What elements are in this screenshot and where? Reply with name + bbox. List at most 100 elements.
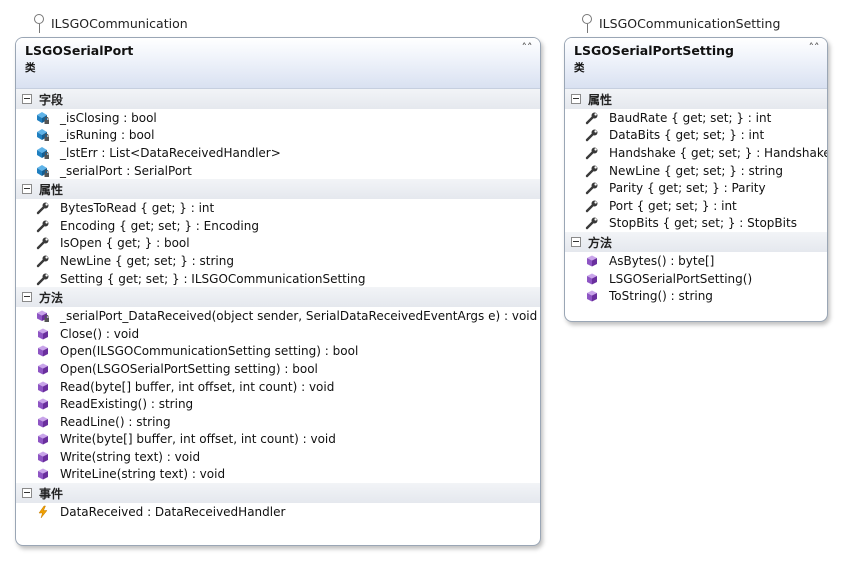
method-cube-icon (36, 327, 50, 341)
member-row[interactable]: _serialPort_DataReceived(object sender, … (16, 307, 540, 325)
member-row[interactable]: Close() : void (16, 325, 540, 343)
member-row[interactable]: ToString() : string (565, 287, 827, 305)
member-row[interactable]: BytesToRead { get; } : int (16, 199, 540, 217)
member-signature: AsBytes() : byte[] (609, 253, 715, 268)
member-signature: BytesToRead { get; } : int (60, 201, 215, 216)
collapse-chevron-icon[interactable]: ˄˄ (807, 41, 821, 55)
member-signature: Parity { get; set; } : Parity (609, 181, 766, 196)
member-row[interactable]: ReadLine() : string (16, 413, 540, 431)
member-signature: _isRuning : bool (60, 128, 155, 143)
member-row[interactable]: _isClosing : bool (16, 109, 540, 127)
collapse-toggle-icon[interactable] (22, 292, 32, 303)
member-row[interactable]: Open(LSGOSerialPortSetting setting) : bo… (16, 360, 540, 378)
member-signature: _lstErr : List<DataReceivedHandler> (60, 145, 281, 160)
member-row[interactable]: DataReceived : DataReceivedHandler (16, 503, 540, 521)
interface-label: ILSGOCommunicationSetting (599, 15, 781, 31)
member-signature: Handshake { get; set; } : Handshake (609, 145, 828, 160)
member-signature: BaudRate { get; set; } : int (609, 110, 772, 125)
method-cube-icon (585, 254, 599, 268)
member-row[interactable]: WriteLine(string text) : void (16, 466, 540, 484)
section-header-events[interactable]: 事件 (16, 483, 540, 504)
member-signature: Setting { get; set; } : ILSGOCommunicati… (60, 271, 366, 286)
member-row[interactable]: _isRuning : bool (16, 127, 540, 145)
class-header: LSGOSerialPortSetting 类 ˄˄ (565, 38, 827, 89)
member-signature: ReadLine() : string (60, 414, 171, 429)
section-header-methods[interactable]: 方法 (16, 287, 540, 308)
member-row[interactable]: BaudRate { get; set; } : int (565, 109, 827, 127)
member-signature: ReadExisting() : string (60, 397, 194, 412)
member-signature: LSGOSerialPortSetting() (609, 271, 753, 286)
member-signature: DataReceived : DataReceivedHandler (60, 505, 286, 520)
interface-lollipop-left: ILSGOCommunication (33, 13, 188, 33)
member-row[interactable]: Parity { get; set; } : Parity (565, 179, 827, 197)
member-row[interactable]: Write(string text) : void (16, 448, 540, 466)
member-row[interactable]: AsBytes() : byte[] (565, 252, 827, 270)
section-header-properties[interactable]: 属性 (16, 179, 540, 200)
event-lightning-icon (36, 505, 50, 519)
property-wrench-icon (585, 164, 599, 178)
member-row[interactable]: LSGOSerialPortSetting() (565, 270, 827, 288)
member-signature: _isClosing : bool (60, 110, 157, 125)
member-row[interactable]: Write(byte[] buffer, int offset, int cou… (16, 431, 540, 449)
section-title: 属性 (588, 92, 613, 107)
member-signature: StopBits { get; set; } : StopBits (609, 216, 797, 231)
property-wrench-icon (585, 128, 599, 142)
private-field-icon (36, 164, 50, 178)
section-header-properties[interactable]: 属性 (565, 89, 827, 109)
private-field-icon (36, 128, 50, 142)
property-wrench-icon (585, 181, 599, 195)
member-row[interactable]: _lstErr : List<DataReceivedHandler> (16, 144, 540, 162)
member-row[interactable]: ReadExisting() : string (16, 395, 540, 413)
member-row[interactable]: Open(ILSGOCommunicationSetting setting) … (16, 343, 540, 361)
member-row[interactable]: Read(byte[] buffer, int offset, int coun… (16, 378, 540, 396)
collapse-toggle-icon[interactable] (22, 488, 32, 499)
method-cube-icon (36, 344, 50, 358)
collapse-toggle-icon[interactable] (22, 184, 32, 195)
member-row[interactable]: DataBits { get; set; } : int (565, 127, 827, 145)
collapse-toggle-icon[interactable] (571, 237, 581, 248)
property-wrench-icon (585, 216, 599, 230)
member-row[interactable]: Setting { get; set; } : ILSGOCommunicati… (16, 270, 540, 288)
method-cube-icon (36, 380, 50, 394)
member-signature: Encoding { get; set; } : Encoding (60, 218, 259, 233)
private-field-icon (36, 111, 50, 125)
member-row[interactable]: NewLine { get; set; } : string (16, 252, 540, 270)
method-cube-icon (36, 362, 50, 376)
member-signature: ToString() : string (609, 289, 713, 304)
method-cube-icon (36, 397, 50, 411)
class-header: LSGOSerialPort 类 ˄˄ (16, 38, 540, 89)
collapse-toggle-icon[interactable] (571, 94, 581, 104)
class-box-lsgo-serial-port-setting[interactable]: LSGOSerialPortSetting 类 ˄˄ 属性 BaudRate { … (564, 37, 828, 322)
member-signature: Read(byte[] buffer, int offset, int coun… (60, 379, 335, 394)
property-wrench-icon (585, 146, 599, 160)
collapse-chevron-icon[interactable]: ˄˄ (520, 41, 534, 55)
class-box-lsgo-serial-port[interactable]: LSGOSerialPort 类 ˄˄ 字段 _isClosing : bool _… (15, 37, 541, 546)
property-wrench-icon (585, 199, 599, 213)
member-row[interactable]: NewLine { get; set; } : string (565, 162, 827, 180)
section-header-fields[interactable]: 字段 (16, 89, 540, 109)
member-row[interactable]: Port { get; set; } : int (565, 197, 827, 215)
member-row[interactable]: StopBits { get; set; } : StopBits (565, 215, 827, 233)
member-signature: IsOpen { get; } : bool (60, 236, 190, 251)
section-title: 方法 (39, 290, 64, 305)
method-cube-icon (36, 415, 50, 429)
interface-label: ILSGOCommunication (51, 15, 188, 31)
class-name: LSGOSerialPort (25, 43, 134, 58)
member-row[interactable]: Handshake { get; set; } : Handshake (565, 144, 827, 162)
section-header-methods[interactable]: 方法 (565, 232, 827, 253)
member-signature: NewLine { get; set; } : string (60, 253, 234, 268)
member-signature: _serialPort_DataReceived(object sender, … (60, 309, 538, 324)
property-wrench-icon (36, 254, 50, 268)
property-wrench-icon (36, 236, 50, 250)
property-wrench-icon (36, 219, 50, 233)
class-name: LSGOSerialPortSetting (574, 43, 734, 58)
method-cube-icon (36, 467, 50, 481)
collapse-toggle-icon[interactable] (22, 94, 32, 104)
member-signature: WriteLine(string text) : void (60, 467, 226, 482)
property-wrench-icon (36, 272, 50, 286)
interface-lollipop-right: ILSGOCommunicationSetting (581, 13, 780, 33)
member-row[interactable]: Encoding { get; set; } : Encoding (16, 217, 540, 235)
class-body: 属性 BaudRate { get; set; } : int DataBits {… (565, 89, 827, 305)
member-row[interactable]: _serialPort : SerialPort (16, 162, 540, 180)
member-row[interactable]: IsOpen { get; } : bool (16, 235, 540, 253)
